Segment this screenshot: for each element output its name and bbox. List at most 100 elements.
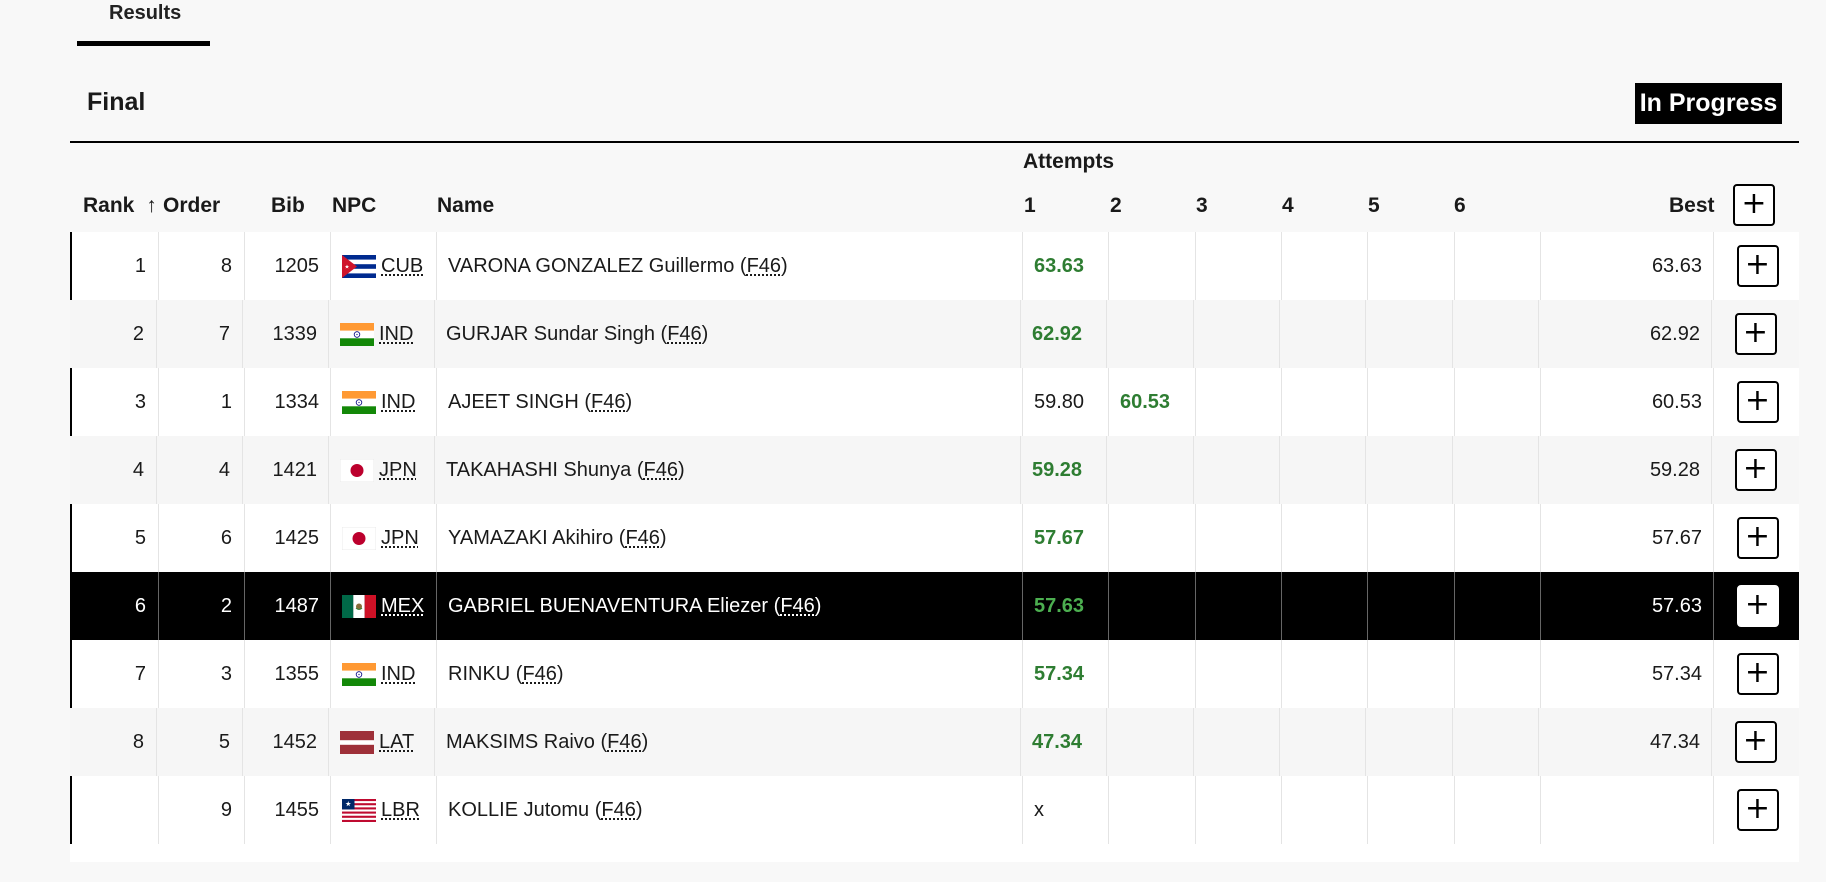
attempt-5-cell <box>1368 504 1455 572</box>
attempt-3-cell <box>1196 572 1282 640</box>
header-npc[interactable]: NPC <box>332 194 376 218</box>
expand-row-button[interactable]: + <box>1734 449 1777 491</box>
attempt-3-cell <box>1196 640 1282 708</box>
order-value: 1 <box>220 390 232 413</box>
npc-code[interactable]: CUB <box>381 255 423 278</box>
order-value: 3 <box>220 662 232 685</box>
sport-class[interactable]: F46 <box>522 663 556 686</box>
expand-row-cell: + <box>1712 708 1799 776</box>
attempt-1-value: 47.34 <box>1032 730 1083 753</box>
attempt-4-cell <box>1282 776 1368 844</box>
expand-all-button[interactable]: + <box>1733 184 1777 228</box>
attempt-5-cell <box>1368 640 1455 708</box>
order-value: 2 <box>220 594 232 617</box>
bib-value: 1455 <box>274 798 320 821</box>
sport-class[interactable]: F46 <box>591 391 625 414</box>
attempt-4-cell <box>1282 572 1368 640</box>
athlete-name-cell: GURJAR Sundar Singh (F46) <box>435 300 1021 368</box>
athlete-name-cell: MAKSIMS Raivo (F46) <box>435 708 1021 776</box>
attempt-1-cell: 57.67 <box>1023 504 1109 572</box>
athlete-name-cell: KOLLIE Jutomu (F46) <box>437 776 1023 844</box>
rank-value: 8 <box>132 730 144 753</box>
attempt-3-cell <box>1196 776 1282 844</box>
attempt-1-cell: 57.63 <box>1023 572 1109 640</box>
rank-cell: 5 <box>72 504 159 572</box>
expand-row-button[interactable]: + <box>1734 313 1777 355</box>
expand-row-cell: + <box>1714 504 1801 572</box>
expand-row-button[interactable]: + <box>1736 517 1779 559</box>
athlete-name: AJEET SINGH <box>448 390 579 413</box>
bib-cell: 1334 <box>245 368 331 436</box>
bib-cell: 1487 <box>245 572 331 640</box>
attempt-2-cell <box>1109 776 1196 844</box>
sport-class[interactable]: F46 <box>607 731 641 754</box>
attempt-3-cell <box>1196 368 1282 436</box>
header-name[interactable]: Name <box>437 194 494 218</box>
attempt-6-cell <box>1453 300 1539 368</box>
attempt-2-cell: 60.53 <box>1109 368 1196 436</box>
header-rank[interactable]: Rank ↑ <box>83 194 157 218</box>
expand-row-cell: + <box>1714 232 1801 300</box>
header-attempt-2: 2 <box>1110 194 1122 217</box>
npc-code[interactable]: IND <box>381 663 415 686</box>
sport-class[interactable]: F46 <box>780 595 814 618</box>
expand-row-button[interactable]: + <box>1736 789 1779 831</box>
npc-cell: IND <box>331 368 437 436</box>
npc-code[interactable]: JPN <box>379 459 417 482</box>
flag-icon <box>342 798 376 822</box>
rank-cell <box>72 776 159 844</box>
table-row: 8 5 1452 LAT MAKSIMS Raivo (F46) 47.34 4… <box>70 708 1799 776</box>
order-cell: 8 <box>159 232 245 300</box>
attempt-3-cell <box>1196 504 1282 572</box>
best-cell: 63.63 <box>1541 232 1714 300</box>
athlete-name: GURJAR Sundar Singh <box>446 322 655 345</box>
attempt-3-cell <box>1194 300 1280 368</box>
header-order[interactable]: Order <box>163 194 220 218</box>
attempt-1-value: x <box>1034 798 1044 821</box>
sport-class[interactable]: F46 <box>747 255 781 278</box>
rank-value: 2 <box>132 322 144 345</box>
npc-code[interactable]: IND <box>381 391 415 414</box>
header-attempt-6: 6 <box>1454 194 1466 217</box>
npc-code[interactable]: LAT <box>379 731 414 754</box>
attempt-5-cell <box>1368 572 1455 640</box>
attempt-3-cell <box>1194 708 1280 776</box>
header-bib[interactable]: Bib <box>271 194 305 218</box>
header-attempts: Attempts <box>1023 150 1115 173</box>
athlete-name-cell: VARONA GONZALEZ Guillermo (F46) <box>437 232 1023 300</box>
order-cell: 3 <box>159 640 245 708</box>
athlete-name: RINKU <box>448 662 511 685</box>
bib-value: 1487 <box>274 594 320 617</box>
expand-row-cell: + <box>1712 436 1799 504</box>
bib-cell: 1421 <box>243 436 329 504</box>
expand-row-button[interactable]: + <box>1734 721 1777 763</box>
attempt-1-value: 57.63 <box>1034 594 1085 617</box>
sport-class[interactable]: F46 <box>667 323 701 346</box>
attempt-1-cell: 47.34 <box>1021 708 1107 776</box>
best-value: 57.63 <box>1651 594 1702 617</box>
table-row: 3 1 1334 IND AJEET SINGH (F46) 59.80 60.… <box>70 368 1799 436</box>
best-cell: 47.34 <box>1539 708 1712 776</box>
expand-row-button[interactable]: + <box>1736 245 1779 287</box>
npc-code[interactable]: MEX <box>381 595 424 618</box>
tab-results[interactable]: Results <box>77 0 210 46</box>
header-best[interactable]: Best <box>1669 194 1715 218</box>
rank-cell: 1 <box>72 232 159 300</box>
attempt-4-cell <box>1280 436 1366 504</box>
npc-code[interactable]: IND <box>379 323 413 346</box>
header-attempt-1: 1 <box>1024 194 1036 217</box>
sport-class[interactable]: F46 <box>643 459 677 482</box>
npc-code[interactable]: LBR <box>381 799 420 822</box>
expand-row-button[interactable]: + <box>1736 381 1779 423</box>
expand-row-cell: + <box>1712 300 1799 368</box>
best-value: 59.28 <box>1649 458 1700 481</box>
sport-class[interactable]: F46 <box>601 799 635 822</box>
expand-row-button[interactable]: + <box>1736 585 1779 627</box>
bib-cell: 1339 <box>243 300 329 368</box>
expand-row-cell: + <box>1714 776 1801 844</box>
npc-code[interactable]: JPN <box>381 527 419 550</box>
title-divider <box>70 141 1799 143</box>
sport-class[interactable]: F46 <box>625 527 659 550</box>
expand-row-button[interactable]: + <box>1736 653 1779 695</box>
bib-cell: 1455 <box>245 776 331 844</box>
